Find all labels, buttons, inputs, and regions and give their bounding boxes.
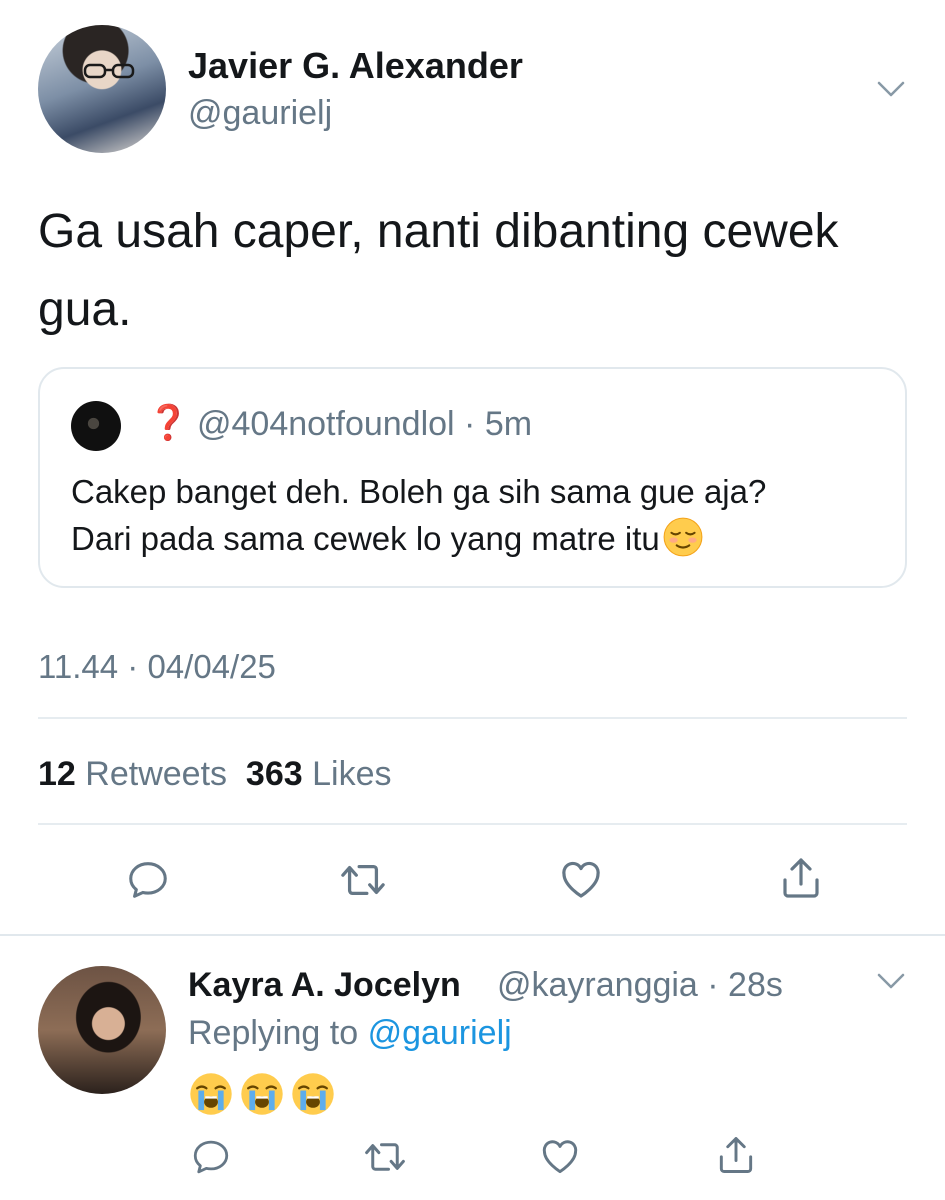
section-divider: [0, 934, 945, 936]
more-options-chevron-icon[interactable]: [877, 80, 905, 98]
loudly-crying-face-emoji: [190, 1073, 232, 1115]
replying-to-prefix: Replying to: [188, 1014, 359, 1052]
like-icon[interactable]: [537, 1134, 583, 1178]
divider: [38, 823, 907, 825]
author-name[interactable]: Javier G. Alexander: [188, 45, 523, 87]
replying-to: Replying to @gaurielj: [188, 1014, 512, 1053]
retweet-icon[interactable]: [362, 1136, 408, 1178]
like-icon[interactable]: [556, 855, 606, 903]
reply-handle-time[interactable]: @kayranggia · 28s: [497, 966, 783, 1005]
tweet-timestamp[interactable]: 11.44 · 04/04/25: [38, 648, 276, 686]
author-avatar[interactable]: [38, 25, 166, 153]
author-handle[interactable]: @gaurielj: [188, 94, 332, 133]
reply-author-avatar[interactable]: [38, 966, 166, 1094]
divider: [38, 717, 907, 719]
loudly-crying-face-emoji: [292, 1073, 334, 1115]
reply-text: [188, 1071, 341, 1122]
quoted-tweet-text: Cakep banget deh. Boleh ga sih sama gue …: [71, 468, 891, 562]
quoted-handle-time: @404notfoundlol · 5m: [197, 405, 533, 443]
share-icon[interactable]: [777, 853, 825, 903]
loudly-crying-face-emoji: [241, 1073, 283, 1115]
avatar-glasses-detail: [83, 63, 135, 79]
reply-icon[interactable]: [125, 857, 171, 903]
likes-count[interactable]: 363: [246, 755, 303, 793]
tweet-stats: 12 Retweets 363 Likes: [38, 755, 391, 794]
replying-to-mention[interactable]: @gaurielj: [368, 1014, 512, 1052]
tweet-text: Ga usah caper, nanti dibanting cewek gua…: [38, 205, 839, 336]
retweets-count[interactable]: 12: [38, 755, 76, 793]
share-icon[interactable]: [714, 1132, 758, 1178]
more-options-chevron-icon[interactable]: [877, 972, 905, 990]
reply-author-name[interactable]: Kayra A. Jocelyn: [188, 966, 461, 1005]
retweets-label[interactable]: Retweets: [85, 755, 227, 793]
reply-icon[interactable]: [190, 1136, 232, 1178]
relieved-face-emoji: [663, 517, 703, 557]
question-mark-icon: ❓: [147, 404, 190, 442]
retweet-icon[interactable]: [338, 857, 388, 903]
quoted-author-avatar: [71, 401, 121, 451]
likes-label[interactable]: Likes: [312, 755, 391, 793]
